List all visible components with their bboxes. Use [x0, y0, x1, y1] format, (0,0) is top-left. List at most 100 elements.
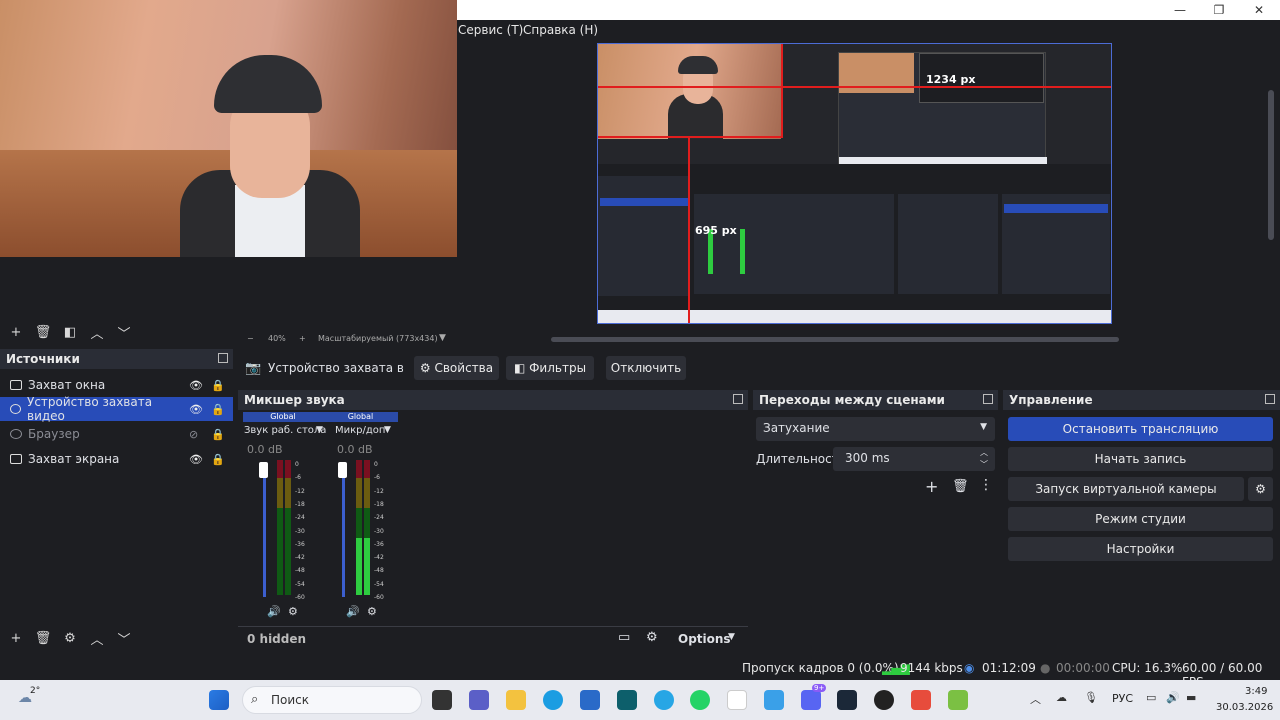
app-icon[interactable]	[911, 690, 931, 710]
undock-icon[interactable]	[218, 353, 228, 363]
battery-icon[interactable]: ▬	[1186, 691, 1196, 704]
wifi-icon[interactable]: ▭	[1146, 691, 1156, 704]
menu-help[interactable]: Справка (H)	[523, 23, 598, 37]
preview-canvas[interactable]: 1234 px 695 px	[597, 43, 1112, 324]
source-toolbar: 📷 Устройство захвата видео ⚙ Свойства ◧ …	[237, 350, 1280, 386]
source-item-video-capture[interactable]: Устройство захвата видео 👁 🔒	[0, 395, 233, 423]
record-icon: ●	[1040, 661, 1051, 675]
volume-slider[interactable]	[263, 465, 266, 597]
app-icon[interactable]	[948, 690, 968, 710]
trash-icon[interactable]: 🗑	[32, 628, 54, 648]
options-button[interactable]: Options	[678, 632, 731, 646]
maximize-icon[interactable]: ❐	[1204, 2, 1234, 18]
trash-icon[interactable]: 🗑	[952, 479, 969, 494]
obs-icon[interactable]	[874, 690, 894, 710]
volume-icon[interactable]: 🔊	[1166, 691, 1180, 704]
filter-icon: ◧	[513, 361, 530, 375]
settings-button[interactable]: Настройки	[1008, 537, 1273, 561]
source-item-screen-capture[interactable]: Захват экрана 👁 🔒	[0, 447, 233, 471]
meter-tick-label: 0	[374, 461, 378, 468]
filters-button[interactable]: ◧ Фильтры	[506, 356, 594, 380]
trash-icon[interactable]: 🗑	[32, 322, 54, 342]
transition-type-select[interactable]: Затухание ▼	[756, 417, 995, 441]
arrow-up-icon[interactable]: ︿	[86, 322, 108, 342]
volume-slider[interactable]	[342, 465, 345, 597]
source-item-browser[interactable]: Браузер ⊘ 🔒	[0, 422, 233, 446]
layout-icon[interactable]: ▭	[618, 630, 630, 645]
notification-badge: 9+	[812, 684, 827, 692]
eye-icon[interactable]: 👁	[189, 379, 203, 392]
whatsapp-icon[interactable]	[690, 690, 710, 710]
task-view-icon[interactable]	[432, 690, 452, 710]
steam-icon[interactable]	[837, 690, 857, 710]
arrow-up-icon[interactable]: ︿	[86, 628, 108, 648]
network-tray-icon[interactable]: ☁	[1056, 691, 1067, 704]
search-box[interactable]: ⌕ Поиск	[242, 686, 422, 714]
lock-icon[interactable]: 🔒	[211, 379, 225, 392]
speaker-icon[interactable]: 🔊	[346, 605, 360, 618]
chevron-down-icon[interactable]: ▼	[728, 632, 735, 642]
channel-gear-icon[interactable]: ⚙	[367, 605, 377, 618]
mixer-gear-icon[interactable]: ⚙	[646, 630, 658, 645]
app-icon[interactable]	[764, 690, 784, 710]
clock-time[interactable]: 3:49	[1245, 686, 1267, 697]
clock-date[interactable]: 30.03.2026	[1216, 702, 1273, 713]
add-icon[interactable]: +	[5, 322, 27, 342]
chevron-up-icon[interactable]: ︿	[1030, 691, 1041, 707]
undock-icon[interactable]	[733, 394, 743, 404]
zoom-in-button[interactable]: +	[299, 334, 306, 343]
vertical-scrollbar[interactable]	[1268, 90, 1274, 240]
yandex-icon[interactable]	[727, 690, 747, 710]
telegram-icon[interactable]	[654, 690, 674, 710]
zoom-out-button[interactable]: −	[247, 334, 254, 343]
more-icon[interactable]: ⋮	[979, 477, 993, 493]
chevron-down-icon[interactable]: ▼	[439, 333, 446, 343]
gear-icon[interactable]: ⚙	[59, 628, 81, 648]
stop-stream-button[interactable]: Остановить трансляцию	[1008, 417, 1273, 441]
deactivate-button[interactable]: Отключить	[606, 356, 686, 380]
horizontal-scrollbar[interactable]	[551, 337, 1119, 342]
properties-button[interactable]: ⚙ Свойства	[414, 356, 499, 380]
virtual-camera-button[interactable]: Запуск виртуальной камеры	[1008, 477, 1244, 501]
meter-tick-label: -12	[374, 487, 384, 495]
spin-up-icon[interactable]: ︿	[980, 447, 988, 458]
close-icon[interactable]: ✕	[1244, 2, 1274, 18]
duration-input[interactable]: 300 ms ︿ ﹀	[833, 447, 995, 471]
explorer-icon[interactable]	[506, 690, 526, 710]
lock-icon[interactable]: 🔒	[211, 403, 225, 416]
speaker-icon[interactable]: 🔊	[267, 605, 281, 618]
virtual-camera-gear-icon[interactable]: ⚙	[1248, 477, 1273, 501]
edge-icon[interactable]	[543, 690, 563, 710]
channel-menu-icon[interactable]: ▼	[316, 425, 323, 435]
volume-slider-handle[interactable]	[338, 462, 347, 478]
channel-menu-icon[interactable]: ▼	[384, 425, 391, 435]
language-indicator[interactable]: РУС	[1112, 692, 1133, 705]
undock-icon[interactable]	[1265, 394, 1275, 404]
studio-mode-button[interactable]: Режим студии	[1008, 507, 1273, 531]
volume-slider-handle[interactable]	[259, 462, 268, 478]
filter-icon[interactable]: ◧	[59, 322, 81, 342]
start-icon[interactable]	[209, 690, 229, 710]
discord-icon[interactable]	[801, 690, 821, 710]
level-meter	[364, 460, 370, 478]
teams-icon[interactable]	[469, 690, 489, 710]
menu-tools[interactable]: Сервис (T)	[458, 23, 523, 37]
add-icon[interactable]: +	[5, 628, 27, 648]
eye-icon[interactable]: 👁	[189, 453, 203, 466]
undock-icon[interactable]	[983, 394, 993, 404]
minimize-icon[interactable]: —	[1165, 2, 1195, 18]
app-icon[interactable]	[617, 690, 637, 710]
source-item-window-capture[interactable]: Захват окна 👁 🔒	[0, 373, 233, 397]
add-icon[interactable]: +	[925, 477, 938, 496]
lock-icon[interactable]: 🔒	[211, 428, 225, 441]
spin-down-icon[interactable]: ﹀	[980, 459, 988, 470]
start-record-button[interactable]: Начать запись	[1008, 447, 1273, 471]
eye-hidden-icon[interactable]: ⊘	[189, 428, 203, 441]
channel-gear-icon[interactable]: ⚙	[288, 605, 298, 618]
lock-icon[interactable]: 🔒	[211, 453, 225, 466]
arrow-down-icon[interactable]: ﹀	[113, 322, 135, 342]
arrow-down-icon[interactable]: ﹀	[113, 628, 135, 648]
store-icon[interactable]	[580, 690, 600, 710]
microphone-icon[interactable]: 🎙	[1084, 691, 1098, 704]
eye-icon[interactable]: 👁	[189, 403, 203, 416]
